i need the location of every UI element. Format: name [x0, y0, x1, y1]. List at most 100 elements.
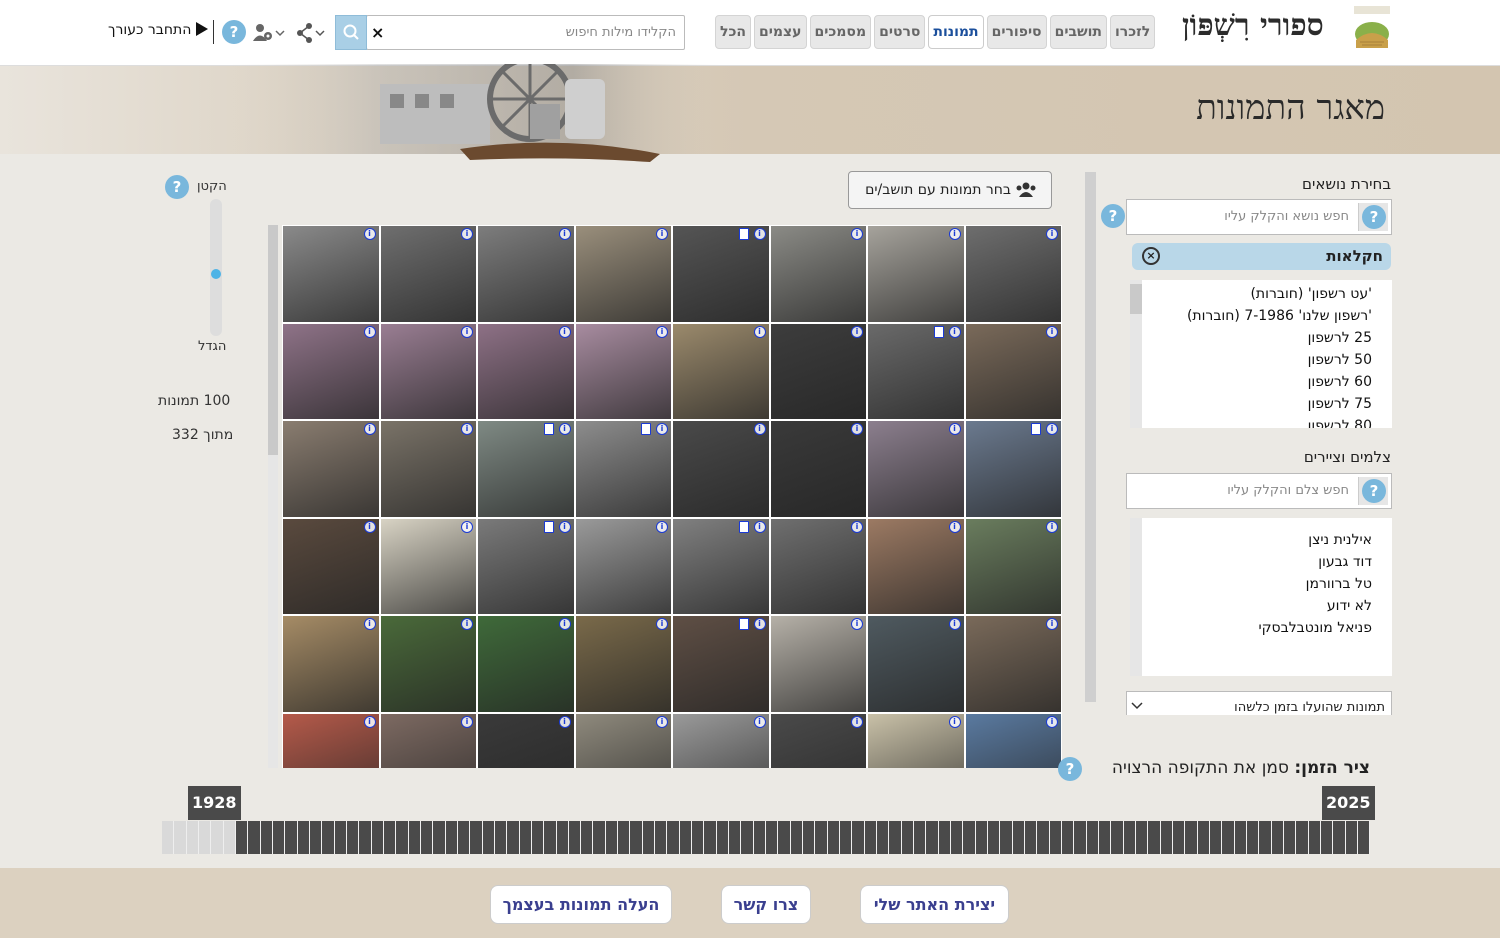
timeline-year-tick[interactable]: [211, 821, 224, 854]
timeline-year-tick[interactable]: [815, 821, 828, 854]
timeline-year-tick[interactable]: [1160, 821, 1173, 854]
info-icon[interactable]: i: [851, 520, 863, 533]
photo-thumbnail[interactable]: i: [574, 517, 672, 615]
timeline-year-tick[interactable]: [593, 821, 606, 854]
photo-thumbnail[interactable]: i: [282, 517, 380, 615]
timeline-year-tick[interactable]: [1148, 821, 1161, 854]
photo-thumbnail[interactable]: i: [964, 322, 1062, 420]
info-icon[interactable]: i: [363, 228, 376, 240]
info-icon[interactable]: i: [948, 423, 961, 435]
photo-thumbnail[interactable]: i: [964, 420, 1062, 518]
photo-thumbnail[interactable]: i: [574, 322, 672, 420]
list-item[interactable]: פניאל מונטבלבסקי: [1258, 620, 1372, 636]
photo-thumbnail[interactable]: i: [379, 420, 477, 518]
timeline-year-tick[interactable]: [1024, 821, 1038, 854]
photo-thumbnail[interactable]: i: [379, 225, 477, 323]
list-item[interactable]: לא ידוע: [1327, 598, 1372, 614]
info-icon[interactable]: i: [558, 423, 571, 435]
info-icon[interactable]: i: [461, 228, 473, 240]
info-icon[interactable]: i: [753, 423, 766, 435]
list-item[interactable]: 80 לרשפון: [1308, 418, 1372, 428]
info-icon[interactable]: i: [948, 325, 961, 338]
info-icon[interactable]: i: [656, 325, 668, 338]
photo-thumbnail[interactable]: i: [672, 322, 770, 420]
timeline-year-tick[interactable]: [507, 821, 520, 854]
timeline-year-tick[interactable]: [864, 821, 878, 854]
info-icon[interactable]: i: [948, 618, 961, 630]
site-title[interactable]: ספורי רִשְׁפּוֹן: [1182, 8, 1324, 43]
timeline-year-tick[interactable]: [642, 821, 656, 854]
info-icon[interactable]: i: [656, 228, 668, 240]
photo-thumbnail[interactable]: i: [769, 615, 867, 713]
zoom-help-icon[interactable]: ?: [165, 175, 189, 199]
photo-thumbnail[interactable]: i: [282, 322, 380, 420]
timeline-year-tick[interactable]: [531, 821, 545, 854]
timeline-year-tick[interactable]: [1246, 821, 1260, 854]
timeline-year-tick[interactable]: [1086, 821, 1099, 854]
info-icon[interactable]: i: [1046, 228, 1058, 240]
document-icon[interactable]: [543, 520, 554, 533]
info-icon[interactable]: i: [753, 618, 766, 630]
zoom-slider[interactable]: [210, 199, 222, 336]
info-icon[interactable]: i: [558, 715, 571, 728]
gallery-scrollbar[interactable]: [268, 225, 278, 768]
user-settings-icon[interactable]: [251, 22, 287, 44]
timeline-year-tick[interactable]: [716, 821, 730, 854]
photo-thumbnail[interactable]: i: [574, 225, 672, 323]
timeline-year-tick[interactable]: [334, 821, 347, 854]
info-icon[interactable]: i: [461, 618, 473, 630]
site-logo[interactable]: [1352, 6, 1392, 50]
timeline-year-tick[interactable]: [938, 821, 951, 854]
document-icon[interactable]: [738, 228, 749, 240]
list-item[interactable]: 'רשפון שלנו' 7-1986 (חוברות): [1187, 308, 1372, 324]
timeline-year-tick[interactable]: [1049, 821, 1062, 854]
timeline-year-tick[interactable]: [1000, 821, 1013, 854]
timeline-year-tick[interactable]: [704, 821, 717, 854]
timeline-year-tick[interactable]: [987, 821, 1001, 854]
timeline-year-tick[interactable]: [1209, 821, 1223, 854]
photographer-search-button[interactable]: ?: [1358, 477, 1388, 505]
list-item[interactable]: 75 לרשפון: [1308, 396, 1372, 412]
tab-objects[interactable]: עצמים: [754, 15, 807, 49]
timeline-year-tick[interactable]: [1098, 821, 1112, 854]
info-icon[interactable]: i: [656, 618, 668, 630]
timeline-year-tick[interactable]: [420, 821, 434, 854]
timeline-year-tick[interactable]: [840, 821, 853, 854]
list-item[interactable]: 60 לרשפון: [1308, 374, 1372, 390]
timeline-year-tick[interactable]: [975, 821, 988, 854]
info-icon[interactable]: i: [851, 228, 863, 240]
pick-residents-button[interactable]: בחר תמונות עם תושב/ים: [848, 171, 1052, 209]
topics-scrollbar[interactable]: [1130, 280, 1142, 428]
clear-search-icon[interactable]: ×: [371, 23, 384, 42]
photo-thumbnail[interactable]: i: [477, 225, 575, 323]
timeline-year-tick[interactable]: [482, 821, 495, 854]
document-icon[interactable]: [738, 520, 749, 533]
info-icon[interactable]: i: [461, 423, 473, 435]
photo-thumbnail[interactable]: i: [769, 517, 867, 615]
timeline-year-tick[interactable]: [692, 821, 705, 854]
document-icon[interactable]: [738, 618, 749, 630]
document-icon[interactable]: [641, 423, 651, 435]
photo-thumbnail[interactable]: i: [672, 420, 770, 518]
timeline-year-tick[interactable]: [877, 821, 890, 854]
photo-thumbnail[interactable]: i: [672, 712, 770, 768]
timeline-year-tick[interactable]: [581, 821, 594, 854]
sort-select[interactable]: תמונות שהועלו בזמן כלשהו: [1126, 691, 1392, 715]
document-icon[interactable]: [543, 423, 554, 435]
info-icon[interactable]: i: [948, 715, 961, 728]
timeline-year-tick[interactable]: [1283, 821, 1297, 854]
timeline-year-tick[interactable]: [778, 821, 791, 854]
info-icon[interactable]: i: [558, 520, 571, 533]
photo-thumbnail[interactable]: i: [867, 615, 965, 713]
photo-thumbnail[interactable]: i: [964, 225, 1062, 323]
timeline-year-tick[interactable]: [248, 821, 261, 854]
tab-memorial[interactable]: לזכרו: [1109, 15, 1156, 49]
tab-residents[interactable]: תושבים: [1049, 15, 1107, 49]
timeline-year-tick[interactable]: [322, 821, 335, 854]
info-icon[interactable]: i: [461, 520, 473, 533]
photo-thumbnail[interactable]: i: [379, 615, 477, 713]
timeline-year-tick[interactable]: [1185, 821, 1198, 854]
timeline-year-tick[interactable]: [1061, 821, 1075, 854]
photo-thumbnail[interactable]: i: [769, 712, 867, 768]
info-icon[interactable]: i: [753, 715, 766, 728]
